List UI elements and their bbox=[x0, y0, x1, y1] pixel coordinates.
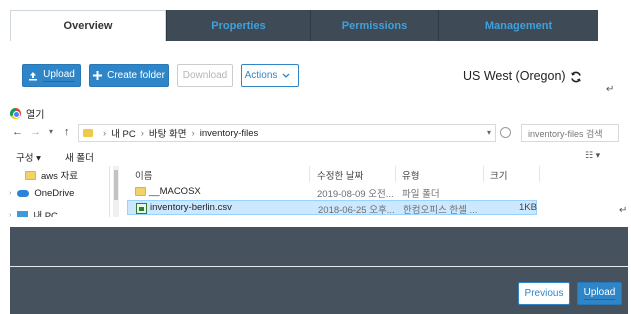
tree-item-label: 내 PC bbox=[33, 211, 58, 217]
tab-properties[interactable]: Properties bbox=[166, 10, 310, 41]
navigation-tree: aws 자료 › OneDrive › 내 PC bbox=[5, 166, 110, 217]
footer-divider bbox=[10, 266, 628, 267]
file-name: __MACOSX bbox=[149, 186, 201, 197]
csv-file-icon bbox=[136, 203, 147, 214]
upload-submit-button[interactable]: Upload bbox=[577, 282, 622, 305]
navigation-bar: ← → ▾ ↑ › 내 PC › 바탕 화면 › inventory-files… bbox=[5, 124, 623, 142]
column-divider[interactable] bbox=[395, 166, 396, 182]
download-button[interactable]: Download bbox=[177, 64, 233, 87]
create-folder-label: Create folder bbox=[107, 70, 165, 81]
breadcrumb-separator-icon: › bbox=[191, 127, 195, 139]
return-mark: ↵ bbox=[619, 205, 628, 216]
breadcrumb-pc[interactable]: 내 PC bbox=[111, 126, 136, 140]
forward-arrow-icon[interactable]: → bbox=[30, 126, 41, 138]
column-size[interactable]: 크기 bbox=[490, 168, 507, 182]
chrome-icon bbox=[10, 108, 21, 119]
column-name[interactable]: 이름 bbox=[135, 168, 152, 182]
previous-button[interactable]: Previous bbox=[518, 282, 570, 305]
file-name: inventory-berlin.csv bbox=[150, 202, 232, 213]
chevron-down-icon bbox=[282, 73, 290, 78]
actions-label: Actions bbox=[244, 70, 278, 81]
file-type: 파일 폴더 bbox=[402, 189, 440, 200]
return-mark: ↵ bbox=[606, 84, 615, 95]
upload-button[interactable]: Upload bbox=[22, 64, 81, 87]
upload-submit-label: Upload bbox=[583, 287, 616, 300]
breadcrumb-desktop[interactable]: 바탕 화면 bbox=[149, 126, 187, 140]
tree-item-label: aws 자료 bbox=[41, 171, 79, 182]
address-bar[interactable]: › 내 PC › 바탕 화면 › inventory-files ▾ bbox=[78, 124, 496, 142]
back-arrow-icon[interactable]: ← bbox=[12, 126, 23, 138]
recent-locations-icon[interactable]: ▾ bbox=[49, 127, 53, 136]
refresh-icon[interactable] bbox=[570, 71, 582, 83]
address-dropdown-icon[interactable]: ▾ bbox=[487, 128, 491, 137]
actions-dropdown[interactable]: Actions bbox=[241, 64, 299, 87]
plus-icon bbox=[93, 71, 103, 80]
column-type[interactable]: 유형 bbox=[402, 168, 419, 182]
file-date: 2019-08-09 오전... bbox=[317, 189, 394, 200]
file-date: 2018-06-25 오후... bbox=[318, 205, 395, 216]
wizard-footer: Previous Upload bbox=[10, 227, 628, 314]
file-type: 한컴오피스 한셀 ... bbox=[403, 205, 478, 216]
breadcrumb-separator-icon: › bbox=[103, 127, 107, 139]
create-folder-button[interactable]: Create folder bbox=[89, 64, 169, 87]
view-options-icon[interactable]: ☷ ▾ bbox=[585, 150, 600, 161]
breadcrumb-separator-icon: › bbox=[140, 127, 144, 139]
address-refresh-icon[interactable] bbox=[500, 127, 511, 138]
column-date[interactable]: 수정한 날짜 bbox=[317, 168, 363, 182]
new-folder-button[interactable]: 새 폴더 bbox=[65, 150, 94, 164]
expand-arrow-icon[interactable]: › bbox=[9, 190, 11, 197]
tree-item-label: OneDrive bbox=[34, 188, 75, 199]
column-divider[interactable] bbox=[539, 166, 540, 182]
breadcrumb-inventory-files[interactable]: inventory-files bbox=[200, 128, 259, 139]
tree-item-aws[interactable]: aws 자료 bbox=[25, 168, 78, 182]
cloud-icon bbox=[17, 190, 30, 197]
tab-permissions[interactable]: Permissions bbox=[310, 10, 438, 41]
dialog-title: 열기 bbox=[26, 110, 45, 121]
folder-icon bbox=[83, 129, 93, 137]
computer-icon bbox=[17, 211, 29, 217]
tab-management[interactable]: Management bbox=[438, 10, 598, 41]
search-input[interactable]: inventory-files 검색 bbox=[521, 124, 619, 142]
folder-icon bbox=[25, 170, 36, 180]
file-open-dialog: 열기 ← → ▾ ↑ › 내 PC › 바탕 화면 › inventory-fi… bbox=[5, 100, 623, 217]
upload-icon bbox=[29, 71, 38, 80]
column-divider[interactable] bbox=[483, 166, 484, 182]
organize-menu[interactable]: 구성 ▾ bbox=[16, 150, 41, 164]
file-row-macosx[interactable]: __MACOSX 2019-08-09 오전... 파일 폴더 bbox=[127, 185, 537, 200]
expand-arrow-icon[interactable]: › bbox=[9, 212, 11, 218]
scrollbar-thumb[interactable] bbox=[114, 170, 118, 200]
column-divider[interactable] bbox=[309, 166, 310, 182]
file-row-inventory-berlin[interactable]: inventory-berlin.csv 2018-06-25 오후... 한컴… bbox=[127, 200, 537, 216]
download-label: Download bbox=[182, 70, 228, 81]
up-arrow-icon[interactable]: ↑ bbox=[64, 126, 70, 138]
region-label: US West (Oregon) bbox=[463, 69, 566, 83]
command-bar: 구성 ▾ 새 폴더 ☷ ▾ bbox=[5, 148, 623, 164]
column-headers: 이름 수정한 날짜 유형 크기 bbox=[121, 166, 623, 182]
file-size: 1KB bbox=[519, 202, 537, 213]
tree-item-pc[interactable]: › 내 PC bbox=[9, 208, 58, 217]
tab-bar: Overview Properties Permissions Manageme… bbox=[10, 10, 598, 41]
tree-scrollbar[interactable] bbox=[113, 166, 119, 217]
dialog-title-bar: 열기 bbox=[10, 106, 44, 121]
tab-overview[interactable]: Overview bbox=[10, 10, 166, 41]
upload-button-label: Upload bbox=[43, 69, 75, 82]
previous-button-label: Previous bbox=[524, 288, 564, 299]
folder-icon bbox=[135, 187, 146, 196]
tree-item-onedrive[interactable]: › OneDrive bbox=[9, 188, 74, 199]
